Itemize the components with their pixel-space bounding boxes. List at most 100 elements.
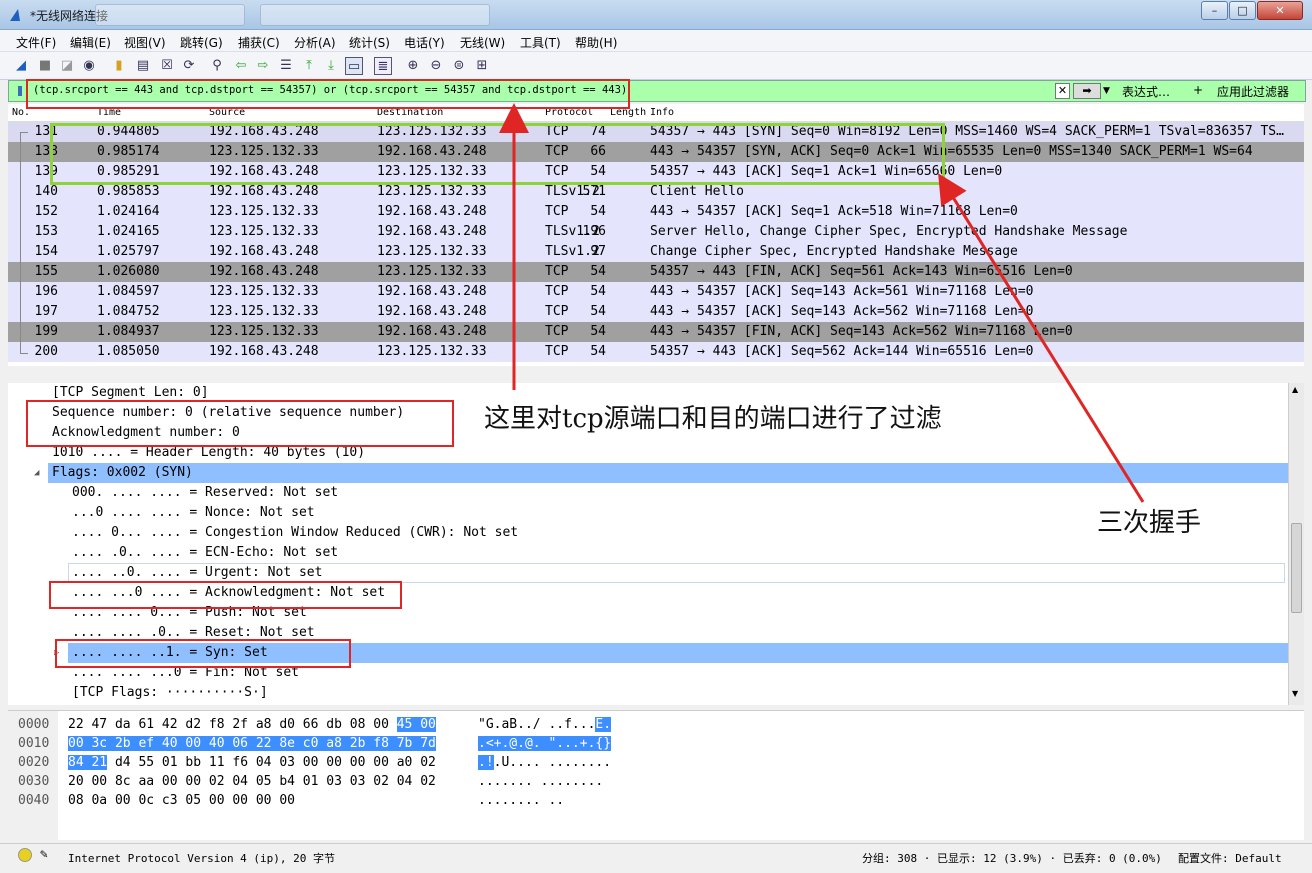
- scroll-up-icon[interactable]: ▲: [1292, 385, 1298, 394]
- maximize-button[interactable]: □: [1229, 1, 1256, 20]
- packet-cell-proto: TCP: [545, 284, 569, 299]
- col-info[interactable]: Info: [650, 107, 674, 118]
- packet-cell-dst: 123.125.132.33: [377, 184, 487, 199]
- normal-size-icon[interactable]: ⊜: [450, 57, 468, 75]
- packet-cell-dst: 123.125.132.33: [377, 344, 487, 359]
- handshake-highlight-box: [50, 123, 945, 185]
- hex-ascii-selected: E.: [595, 717, 612, 732]
- packet-cell-src: 192.168.43.248: [209, 184, 319, 199]
- zoom-out-icon[interactable]: ⊖: [427, 57, 445, 75]
- status-profile-text[interactable]: 配置文件: Default: [1178, 850, 1282, 866]
- restart-capture-icon[interactable]: ◪: [58, 57, 76, 75]
- menu-capture[interactable]: 捕获(C): [238, 34, 280, 51]
- packet-row[interactable]: 199 1.084937 123.125.132.33 192.168.43.248 T…: [8, 322, 1304, 342]
- hex-bytes[interactable]: 84 21 d4 55 01 bb 11 f6 04 03 00 00 00 0…: [68, 753, 436, 772]
- packet-cell-no: 197: [34, 304, 58, 319]
- hex-bytes[interactable]: 22 47 da 61 42 d2 f8 2f a8 d0 66 db 08 0…: [68, 715, 436, 734]
- first-packet-icon[interactable]: ⤒: [300, 57, 318, 75]
- bookmark-icon[interactable]: [13, 83, 27, 99]
- packet-row[interactable]: 153 1.024165 123.125.132.33 192.168.43.248 T…: [8, 222, 1304, 242]
- hex-ascii[interactable]: ....... ........: [478, 772, 603, 791]
- close-button[interactable]: ✕: [1257, 1, 1303, 20]
- go-to-packet-icon[interactable]: ☰: [277, 57, 295, 75]
- apply-arrow-icon[interactable]: ➡: [1073, 83, 1101, 99]
- menu-analyze[interactable]: 分析(A): [294, 34, 336, 51]
- last-packet-icon[interactable]: ⤓: [322, 57, 340, 75]
- tree-expander-icon[interactable]: ◢: [34, 468, 39, 478]
- detail-line[interactable]: [TCP Flags: ··········S·]: [72, 683, 1288, 703]
- detail-line[interactable]: 000. .... .... = Reserved: Not set: [72, 483, 1288, 503]
- apply-filter-button[interactable]: 应用此过滤器: [1217, 83, 1289, 100]
- clear-filter-icon[interactable]: ✕: [1055, 83, 1070, 99]
- packet-cell-time: 1.085050: [97, 344, 160, 359]
- hex-ascii-plain: "G.aB../ ..f...: [478, 717, 596, 732]
- add-filter-button[interactable]: +: [1193, 83, 1203, 97]
- hex-ascii[interactable]: .!.U.... ........: [478, 753, 611, 772]
- scrollbar-thumb[interactable]: [1291, 523, 1302, 613]
- filter-history-icon[interactable]: ▼: [1103, 83, 1115, 99]
- resize-columns-icon[interactable]: ⊞: [473, 57, 491, 75]
- colorize-icon[interactable]: ≣: [374, 57, 392, 75]
- packet-row[interactable]: 196 1.084597 123.125.132.33 192.168.43.248 T…: [8, 282, 1304, 302]
- hex-ascii[interactable]: .<+.@.@. "...+.{}: [478, 734, 612, 753]
- ack-flag-highlight-box: [49, 581, 402, 609]
- packet-row[interactable]: 154 1.025797 192.168.43.248 123.125.132.33 T…: [8, 242, 1304, 262]
- pane-splitter[interactable]: [0, 366, 1312, 380]
- packet-cell-time: 1.026080: [97, 264, 160, 279]
- save-file-icon[interactable]: ▤: [134, 57, 152, 75]
- packet-cell-info: 443 → 54357 [ACK] Seq=1 Ack=518 Win=7116…: [650, 204, 1018, 219]
- hex-bytes[interactable]: 20 00 8c aa 00 00 02 04 05 b4 01 03 03 0…: [68, 772, 436, 791]
- hex-ascii[interactable]: "G.aB../ ..f...E.: [478, 715, 612, 734]
- scroll-down-icon[interactable]: ▼: [1292, 689, 1298, 698]
- packet-row[interactable]: 200 1.085050 192.168.43.248 123.125.132.33 T…: [8, 342, 1304, 362]
- expression-button[interactable]: 表达式…: [1122, 83, 1170, 100]
- menu-help[interactable]: 帮助(H): [575, 34, 617, 51]
- reload-icon[interactable]: ⟳: [180, 57, 198, 75]
- packet-cell-no: 154: [34, 244, 58, 259]
- packet-cell-time: 1.024165: [97, 224, 160, 239]
- hex-bytes[interactable]: 08 0a 00 0c c3 05 00 00 00 00: [68, 791, 295, 810]
- zoom-in-icon[interactable]: ⊕: [404, 57, 422, 75]
- menu-file[interactable]: 文件(F): [16, 34, 56, 51]
- close-file-icon[interactable]: ☒: [158, 57, 176, 75]
- minimize-button[interactable]: –: [1201, 1, 1228, 20]
- find-packet-icon[interactable]: ⚲: [208, 57, 226, 75]
- packet-cell-dst: 192.168.43.248: [377, 324, 487, 339]
- menu-statistics[interactable]: 统计(S): [349, 34, 390, 51]
- hex-bytes-selected: 00 3c 2b ef 40 00 40 06 22 8e c0 a8 2b f…: [68, 736, 436, 751]
- packet-cell-proto: TCP: [545, 204, 569, 219]
- packet-cell-src: 123.125.132.33: [209, 224, 319, 239]
- packet-row[interactable]: 152 1.024164 123.125.132.33 192.168.43.248 T…: [8, 202, 1304, 222]
- menu-wireless[interactable]: 无线(W): [460, 34, 505, 51]
- details-scrollbar[interactable]: ▲ ▼: [1288, 383, 1304, 705]
- menu-go[interactable]: 跳转(G): [180, 34, 223, 51]
- stop-capture-icon[interactable]: ■: [36, 57, 54, 75]
- detail-line[interactable]: Flags: 0x002 (SYN): [48, 463, 1288, 483]
- capture-options-icon[interactable]: ◉: [80, 57, 98, 75]
- menu-telephony[interactable]: 电话(Y): [404, 34, 445, 51]
- go-back-icon[interactable]: ⇦: [232, 57, 250, 75]
- packet-cell-no: 155: [34, 264, 58, 279]
- packet-row[interactable]: 197 1.084752 123.125.132.33 192.168.43.248 T…: [8, 302, 1304, 322]
- packet-cell-info: Client Hello: [650, 184, 744, 199]
- packet-cell-dst: 123.125.132.33: [377, 244, 487, 259]
- expert-info-icon[interactable]: [18, 848, 32, 862]
- hex-bytes[interactable]: 00 3c 2b ef 40 00 40 06 22 8e c0 a8 2b f…: [68, 734, 436, 753]
- start-capture-icon[interactable]: ◢: [12, 57, 30, 75]
- hex-ascii[interactable]: ........ ..: [478, 791, 564, 810]
- packet-cell-src: 192.168.43.248: [209, 244, 319, 259]
- auto-scroll-icon[interactable]: ▭: [345, 57, 363, 75]
- packet-cell-dst: 123.125.132.33: [377, 264, 487, 279]
- go-forward-icon[interactable]: ⇨: [254, 57, 272, 75]
- packet-cell-no: 196: [34, 284, 58, 299]
- capture-comment-icon[interactable]: ✎: [40, 847, 48, 862]
- detail-line[interactable]: .... .0.. .... = ECN-Echo: Not set: [72, 543, 1288, 563]
- menu-view[interactable]: 视图(V): [124, 34, 166, 51]
- open-file-icon[interactable]: ▮: [110, 57, 128, 75]
- menu-edit[interactable]: 编辑(E): [70, 34, 111, 51]
- wireshark-fin-icon: [10, 9, 20, 21]
- packet-cell-proto: TCP: [545, 344, 569, 359]
- packet-row[interactable]: 155 1.026080 192.168.43.248 123.125.132.33 T…: [8, 262, 1304, 282]
- packet-row[interactable]: 140 0.985853 192.168.43.248 123.125.132.33 T…: [8, 182, 1304, 202]
- menu-tools[interactable]: 工具(T): [520, 34, 561, 51]
